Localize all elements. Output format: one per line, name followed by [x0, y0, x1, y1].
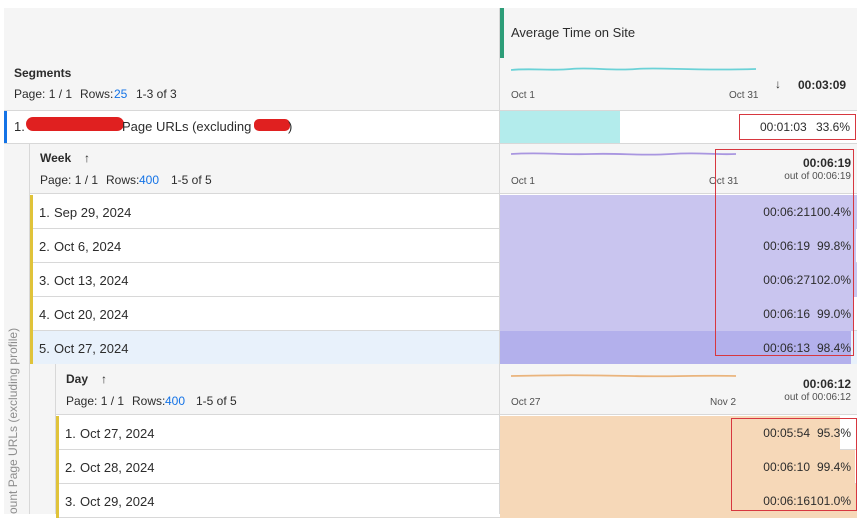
row-index: 1.	[39, 205, 50, 220]
day-date-end: Nov 2	[710, 397, 737, 408]
arrow-up-icon[interactable]: ↑	[84, 151, 90, 165]
segment-row-indicator	[4, 111, 7, 143]
week-sparkline	[511, 152, 736, 156]
segments-rows-select[interactable]: 25	[114, 87, 127, 101]
arrow-up-icon[interactable]: ↑	[101, 372, 107, 386]
week-page: Page: 1 / 1	[40, 173, 99, 187]
arrow-down-icon[interactable]: ↓	[775, 77, 781, 91]
week-rows-select[interactable]: 400	[139, 173, 159, 187]
week-title: Week	[40, 151, 72, 165]
segments-total: 00:03:09	[798, 78, 847, 92]
row-label: Oct 27, 2024	[54, 341, 129, 356]
row-index: 1.	[65, 426, 76, 441]
side-label-text: ount Page URLs (excluding profile)	[6, 327, 20, 514]
metric-header[interactable]: Average Time on Site	[499, 8, 857, 58]
row-index: 2.	[39, 239, 50, 254]
metric-title: Average Time on Site	[511, 25, 636, 40]
segment-row-bar	[500, 111, 620, 143]
day-sparkline	[511, 374, 736, 378]
annotation-box-day	[731, 418, 857, 511]
segments-page: Page: 1 / 1	[14, 87, 73, 101]
day-range: 1-5 of 5	[196, 394, 237, 408]
header-left-cell	[4, 8, 499, 58]
row-indicator	[30, 229, 33, 263]
metric-color-indicator	[500, 8, 504, 58]
day-date-start: Oct 27	[511, 397, 541, 408]
row-indicator	[30, 263, 33, 297]
column-divider	[499, 8, 500, 514]
row-label: Oct 27, 2024	[80, 426, 155, 441]
redacted-scribble	[26, 117, 124, 131]
segments-date-start: Oct 1	[511, 90, 535, 101]
row-label: Oct 6, 2024	[54, 239, 122, 254]
row-index: 2.	[65, 460, 76, 475]
row-index: 4.	[39, 307, 50, 322]
row-label: Oct 28, 2024	[80, 460, 155, 475]
day-title: Day	[66, 372, 89, 386]
row-indicator	[56, 484, 59, 518]
segments-date-end: Oct 31	[729, 90, 759, 101]
week-range: 1-5 of 5	[171, 173, 212, 187]
redacted-scribble-2	[254, 119, 290, 131]
row-index: 3.	[39, 273, 50, 288]
annotation-box-segment	[739, 114, 856, 140]
side-label: ount Page URLs (excluding profile)	[4, 144, 30, 514]
day-total: 00:06:12	[802, 377, 851, 391]
row-label: Sep 29, 2024	[54, 205, 132, 220]
segments-title: Segments	[14, 66, 72, 80]
segment-row-label-end: )	[288, 119, 293, 134]
segment-row-index: 1.	[14, 119, 25, 134]
annotation-box-week	[715, 149, 854, 356]
row-indicator	[30, 297, 33, 331]
row-index: 5.	[39, 341, 50, 356]
day-rows-label: Rows:	[132, 394, 166, 408]
day-page: Page: 1 / 1	[66, 394, 125, 408]
segments-range: 1-3 of 3	[136, 87, 177, 101]
day-total-of: out of 00:06:12	[784, 392, 851, 403]
row-label: Oct 20, 2024	[54, 307, 129, 322]
segments-sparkline	[511, 67, 756, 71]
day-indent-panel	[30, 364, 56, 514]
row-index: 3.	[65, 494, 76, 509]
row-indicator	[30, 331, 33, 365]
week-rows-label: Rows:	[106, 173, 140, 187]
segments-rows-label: Rows:	[80, 87, 114, 101]
segment-row-label: Page URLs (excluding	[122, 119, 252, 134]
row-indicator	[56, 450, 59, 484]
row-indicator	[30, 195, 33, 229]
day-rows-select[interactable]: 400	[165, 394, 185, 408]
row-label: Oct 13, 2024	[54, 273, 129, 288]
row-label: Oct 29, 2024	[80, 494, 155, 509]
week-date-start: Oct 1	[511, 176, 535, 187]
row-indicator	[56, 416, 59, 450]
